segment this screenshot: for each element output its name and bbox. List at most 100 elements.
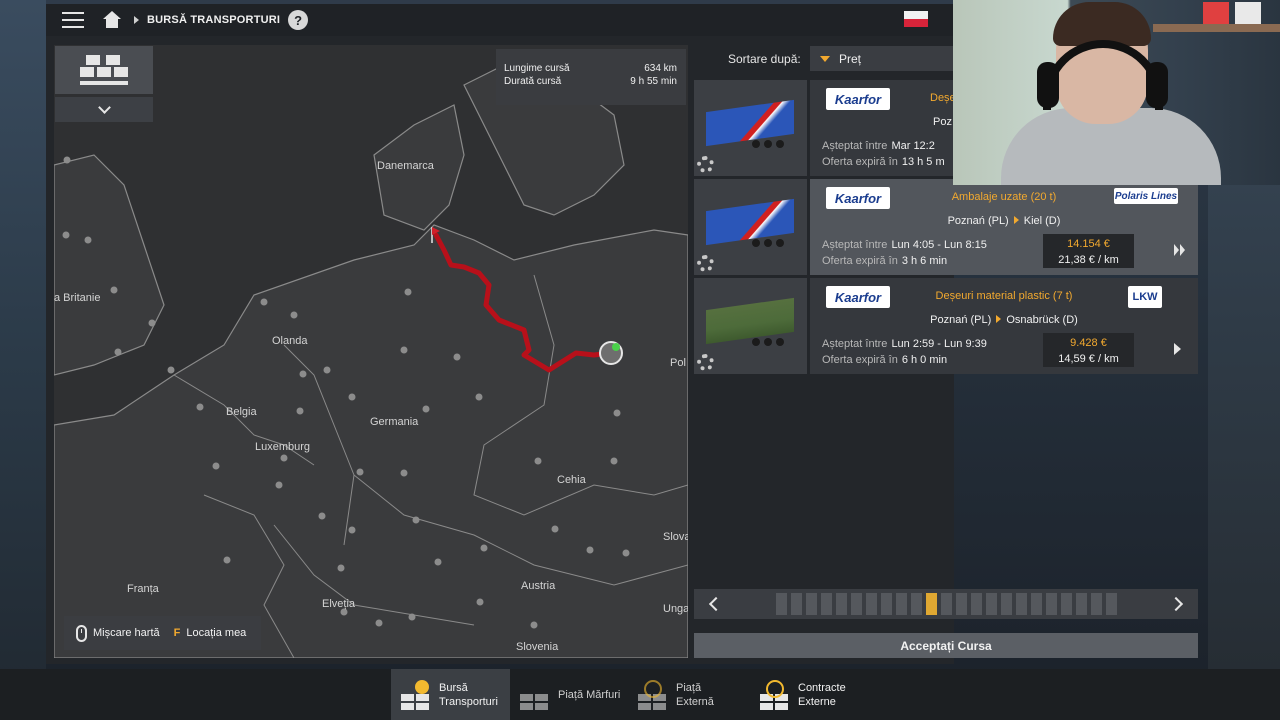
route-to: Kiel (D) [1023, 215, 1061, 227]
accept-job-button[interactable]: Acceptați Cursa [694, 633, 1198, 658]
page-indicator[interactable] [955, 593, 967, 615]
freight-market-icon [401, 679, 431, 710]
page-indicator[interactable] [820, 593, 832, 615]
tab-freight-market[interactable]: Bursă Transporturi [391, 669, 510, 720]
page-indicator[interactable] [790, 593, 802, 615]
offer-pager [694, 589, 1198, 619]
price-box: 9.428 € 14,59 € / km [1043, 333, 1134, 367]
tab-label-line2: Externe [798, 695, 836, 708]
route-line: Poznań (PL) Osnabrück (D) [810, 314, 1198, 326]
external-market-icon [638, 679, 668, 710]
expected-label: Așteptat între [822, 239, 888, 251]
play-icon[interactable] [1174, 343, 1181, 355]
pallet-icon [80, 55, 128, 85]
trailer-wheels [738, 338, 788, 346]
page-indicators [734, 593, 1158, 615]
fast-forward-icon-2 [1180, 244, 1185, 256]
expires-value: 13 h 5 m [901, 156, 945, 168]
map-label: Austria [521, 580, 556, 592]
expected-value: Lun 2:59 - Lun 9:39 [891, 338, 987, 350]
price-box: 14.154 € 21,38 € / km [1043, 234, 1134, 268]
tab-label-line2: Externă [676, 695, 714, 708]
page-indicator[interactable] [1060, 593, 1072, 615]
my-location-label[interactable]: Locația mea [186, 627, 246, 639]
price-per-km: 21,38 € / km [1058, 254, 1119, 266]
page-indicator[interactable] [970, 593, 982, 615]
expected-value: Lun 4:05 - Lun 8:15 [891, 239, 987, 251]
sort-label: Sortare după: [728, 52, 801, 66]
route-from: Poznań (PL) [947, 215, 1009, 227]
tab-external-contracts[interactable]: Contracte Externe [750, 669, 872, 720]
route-length-value: 634 km [644, 63, 677, 74]
tab-cargo-market[interactable]: Piață Mărfuri [510, 669, 628, 720]
route-map[interactable]: Danemarca a Britanie Olanda Belgia Germa… [54, 45, 688, 658]
page-indicator[interactable] [910, 593, 922, 615]
page-indicator[interactable] [775, 593, 787, 615]
expand-filter-button[interactable] [55, 97, 153, 122]
map-label: Slovenia [516, 641, 559, 653]
map-label: Cehia [557, 474, 586, 486]
cargo-market-icon [520, 680, 550, 710]
trailer-thumbnail [694, 80, 807, 176]
webcam-shelf-item [1235, 2, 1261, 24]
page-indicator[interactable] [1075, 593, 1087, 615]
sort-dropdown[interactable]: Preț [810, 46, 954, 71]
page-indicator[interactable] [1000, 593, 1012, 615]
page-indicator[interactable] [940, 593, 952, 615]
mouse-icon [76, 624, 87, 642]
page-indicator[interactable] [835, 593, 847, 615]
offer-times: Așteptat între Lun 4:05 - Lun 8:15 Oferta… [822, 237, 987, 269]
page-indicator[interactable] [1045, 593, 1057, 615]
map-label: Franța [127, 583, 159, 595]
price-total: 9.428 € [1070, 337, 1107, 349]
price-total: 14.154 € [1067, 238, 1110, 250]
map-label: Unga [663, 603, 688, 615]
page-indicator[interactable] [895, 593, 907, 615]
map-label: Danemarca [377, 160, 434, 172]
expected-value: Mar 12:2 [891, 140, 935, 152]
dropdown-arrow-icon [820, 55, 830, 62]
page-indicator[interactable] [850, 593, 862, 615]
page-indicator[interactable] [1030, 593, 1042, 615]
expected-label: Așteptat între [822, 140, 888, 152]
page-indicator[interactable] [1015, 593, 1027, 615]
poland-flag-icon [904, 11, 928, 27]
breadcrumb: BURSĂ TRANSPORTURI [147, 14, 281, 26]
previous-page-button[interactable] [694, 589, 734, 619]
page-indicator[interactable] [1105, 593, 1117, 615]
game-background-left [0, 0, 46, 720]
page-indicator[interactable] [985, 593, 997, 615]
gear-icon[interactable] [697, 354, 714, 371]
move-map-label: Mișcare hartă [93, 627, 160, 639]
map-label: Belgia [226, 406, 257, 418]
chevron-down-icon [97, 101, 111, 114]
help-icon[interactable]: ? [288, 10, 309, 30]
route-to: Osnabrück (D) [1006, 314, 1078, 326]
offer-row[interactable]: Kaarfor Ambalaje uzate (20 t) Poznań (PL… [694, 179, 1198, 275]
page-indicator[interactable] [1090, 593, 1102, 615]
gear-icon[interactable] [697, 255, 714, 272]
tab-external-market[interactable]: Piață Externă [628, 669, 750, 720]
page-indicator[interactable] [805, 593, 817, 615]
expires-value: 6 h 0 min [901, 354, 948, 366]
page-indicator-current[interactable] [925, 593, 937, 615]
fast-forward-icon[interactable] [1174, 244, 1179, 256]
map-label: Elveția [322, 598, 356, 610]
menu-icon[interactable] [62, 12, 84, 28]
next-page-button[interactable] [1158, 589, 1198, 619]
expected-label: Așteptat între [822, 338, 888, 350]
client-logo: Polaris Lines [1114, 188, 1178, 204]
expires-label: Oferta expiră în [822, 354, 898, 366]
home-icon[interactable] [102, 11, 122, 29]
gear-icon[interactable] [697, 156, 714, 173]
chevron-right-icon [1168, 596, 1184, 612]
route-arrow-icon [1013, 216, 1019, 224]
page-indicator[interactable] [880, 593, 892, 615]
page-indicator[interactable] [865, 593, 877, 615]
tab-label-line1: Piață Mărfuri [558, 688, 621, 701]
sort-value: Preț [839, 51, 862, 66]
cargo-filter-button[interactable] [55, 46, 153, 94]
offer-row[interactable]: Kaarfor Deșeuri material plastic (7 t) P… [694, 278, 1198, 374]
offer-details: Kaarfor Deșeuri material plastic (7 t) P… [810, 278, 1198, 374]
map-label: Slova [663, 531, 688, 543]
